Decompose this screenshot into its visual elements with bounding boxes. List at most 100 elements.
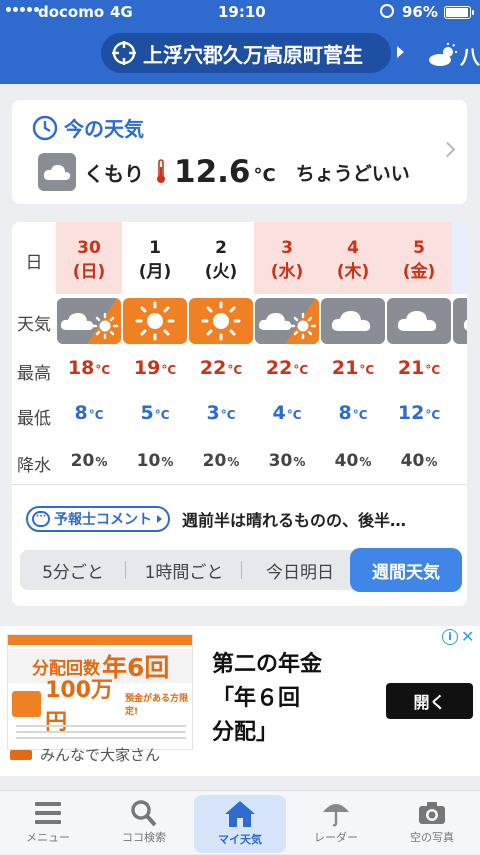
forecast-high-value: 21 bbox=[397, 357, 425, 379]
tab-radar-label: レーダー bbox=[314, 831, 358, 844]
tab-hourly[interactable]: 1時間ごと bbox=[126, 550, 242, 590]
forecast-high: 21°C bbox=[320, 357, 386, 379]
forecast-high-value: 22 bbox=[265, 357, 293, 379]
tab-menu[interactable]: メニュー bbox=[0, 791, 96, 855]
umbrella-icon bbox=[323, 804, 349, 827]
signal-icon bbox=[6, 7, 39, 12]
forecast-rain-unit: % bbox=[359, 455, 372, 469]
forecast-rain: 20% bbox=[188, 451, 254, 471]
forecast-rain-value: 40 bbox=[400, 451, 425, 471]
ad-flyer-amount: 100万円 預金がある方限定! bbox=[12, 678, 190, 735]
forecast-rain-unit: % bbox=[425, 455, 438, 469]
forecast-high-value: 19 bbox=[133, 357, 161, 379]
home-icon bbox=[225, 801, 255, 827]
forecaster-comment-label: 予報士コメント bbox=[54, 512, 152, 528]
carrier-name: docomo bbox=[38, 3, 105, 21]
forecast-rain: 40% bbox=[386, 451, 452, 471]
current-weather-card[interactable]: 今の天気 くもり 12.6 °C ちょうどいい bbox=[12, 100, 467, 204]
ad-flyer-note: 預金がある方限定! bbox=[124, 694, 188, 717]
tab-today-tomorrow[interactable]: 今日明日 bbox=[242, 550, 358, 590]
forecast-high-unit: °C bbox=[425, 363, 441, 377]
forecast-rain-value: 40 bbox=[334, 451, 359, 471]
ad-headline[interactable]: 第二の年金 「年６回 分配」 bbox=[212, 648, 382, 750]
ad-image[interactable]: 分配回数 年6回 100万円 預金がある方限定! bbox=[7, 634, 193, 750]
forecast-high: 22°C bbox=[254, 357, 320, 379]
forecast-high: 18°C bbox=[56, 357, 122, 379]
forecast-day-column-partial[interactable] bbox=[452, 222, 467, 484]
location-name: 上浮穴郡久万高原町菅生 bbox=[143, 42, 363, 67]
status-bar: docomo 4G 19:10 96% bbox=[0, 0, 480, 26]
forecaster-comment-text: 週前半は晴れるものの、後半… bbox=[182, 511, 407, 530]
cloud-icon bbox=[387, 298, 451, 344]
tab-sky-photo[interactable]: 空の写真 bbox=[384, 791, 480, 855]
cloud-icon bbox=[38, 153, 76, 191]
forecast-rain: 40% bbox=[320, 451, 386, 471]
brand-logo-icon bbox=[10, 749, 32, 760]
forecast-range-tabs: 5分ごと 1時間ごと 今日明日 週間天気 bbox=[20, 548, 462, 592]
forecast-rain-unit: % bbox=[227, 455, 240, 469]
menu-icon bbox=[35, 802, 61, 824]
thermometer-icon bbox=[157, 159, 165, 183]
forecast-day-column[interactable]: 2 (火) 22°C 3°C 20% bbox=[188, 222, 254, 484]
forecaster-comment[interactable]: ··· 予報士コメント 週前半は晴れるものの、後半… bbox=[26, 506, 406, 532]
row-label-low: 最低 bbox=[17, 409, 51, 429]
tab-my-weather[interactable]: マイ天気 bbox=[194, 795, 286, 853]
next-location[interactable]: 八 bbox=[428, 40, 480, 70]
forecast-rain-value: 20 bbox=[202, 451, 227, 471]
ad-info-icon[interactable]: i bbox=[442, 629, 458, 645]
crosshair-icon bbox=[112, 41, 136, 65]
tab-5min[interactable]: 5分ごと bbox=[20, 550, 126, 590]
location-next-arrow-icon[interactable] bbox=[397, 46, 404, 58]
tab-my-weather-label: マイ天気 bbox=[218, 833, 262, 846]
divider bbox=[12, 484, 467, 485]
rotation-lock-icon bbox=[380, 4, 394, 18]
forecast-low-unit: °C bbox=[286, 408, 302, 422]
forecast-weekday: (火) bbox=[204, 262, 238, 282]
forecast-weekday: (木) bbox=[336, 262, 370, 282]
location-selector[interactable]: 上浮穴郡久万高原町菅生 bbox=[101, 33, 391, 73]
forecast-low: 4°C bbox=[254, 402, 320, 424]
forecast-high-unit: °C bbox=[95, 363, 111, 377]
forecast-rain-value: 20 bbox=[70, 451, 95, 471]
battery-percent: 96% bbox=[402, 3, 438, 21]
tab-radar[interactable]: レーダー bbox=[288, 791, 384, 855]
forecast-high: 22°C bbox=[188, 357, 254, 379]
forecast-low-unit: °C bbox=[220, 408, 236, 422]
forecast-day-header: 1 (月) bbox=[122, 222, 188, 294]
speech-bubble-icon: ··· bbox=[32, 511, 50, 527]
forecast-high-unit: °C bbox=[293, 363, 309, 377]
forecast-rain-unit: % bbox=[95, 455, 108, 469]
app-header: docomo 4G 19:10 96% 上浮穴郡久万高原町菅生 八 bbox=[0, 0, 480, 84]
battery-icon bbox=[444, 6, 474, 19]
forecast-days[interactable]: 30 (日) 18°C 8°C 20% 1 (月) 19°C 5°C 10% 2… bbox=[56, 222, 467, 484]
tab-search[interactable]: ココ検索 bbox=[96, 791, 192, 855]
forecast-day-column[interactable]: 30 (日) 18°C 8°C 20% bbox=[56, 222, 122, 484]
sun-icon bbox=[123, 298, 187, 344]
ad-flyer-fine-print bbox=[16, 725, 186, 743]
feels-like-text: ちょうどいい bbox=[295, 162, 410, 185]
forecast-day-column[interactable]: 4 (木) 21°C 8°C 40% bbox=[320, 222, 386, 484]
forecast-day-header-partial bbox=[452, 222, 467, 294]
cloud-sun-icon bbox=[255, 298, 319, 344]
forecast-rain: 20% bbox=[56, 451, 122, 471]
tab-weekly[interactable]: 週間天気 bbox=[350, 548, 462, 592]
forecast-day-header: 2 (火) bbox=[188, 222, 254, 294]
chevron-right-icon[interactable] bbox=[439, 141, 456, 158]
forecast-weekday: (月) bbox=[138, 262, 172, 282]
forecast-day-header: 3 (水) bbox=[254, 222, 320, 294]
ad-open-button[interactable]: 開く bbox=[386, 683, 473, 719]
forecast-low: 3°C bbox=[188, 402, 254, 424]
forecast-rain-unit: % bbox=[161, 455, 174, 469]
forecast-weekday: (金) bbox=[402, 262, 436, 282]
forecast-day-column[interactable]: 1 (月) 19°C 5°C 10% bbox=[122, 222, 188, 484]
forecast-high-value: 18 bbox=[67, 357, 95, 379]
forecast-rain-unit: % bbox=[293, 455, 306, 469]
forecaster-comment-button[interactable]: ··· 予報士コメント bbox=[26, 506, 170, 532]
ad-close-icon[interactable]: ✕ bbox=[461, 627, 474, 646]
forecast-day-column[interactable]: 3 (水) 22°C 4°C 30% bbox=[254, 222, 320, 484]
forecast-low-value: 8 bbox=[338, 402, 352, 424]
cloud-sun-icon bbox=[429, 43, 457, 66]
ad-headline-line-2: 「年６回 bbox=[212, 686, 301, 711]
forecast-day-column[interactable]: 5 (金) 21°C 12°C 40% bbox=[386, 222, 452, 484]
forecast-day-header: 30 (日) bbox=[56, 222, 122, 294]
